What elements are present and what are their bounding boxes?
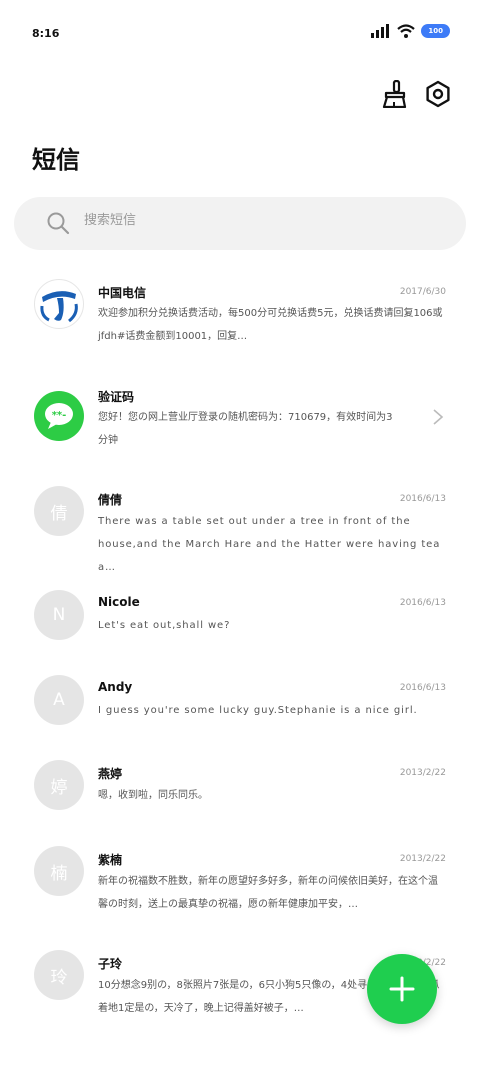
message-snippet: 新年の祝福数不胜数，新年の愿望好多好多，新年の问候依旧美好，在这个温馨の时刻，送… bbox=[98, 876, 438, 910]
message-sender: 子玲 bbox=[98, 957, 123, 971]
avatar: 婷 bbox=[34, 760, 84, 810]
message-sender: 中国电信 bbox=[98, 286, 147, 300]
message-item-andy[interactable]: A Andy 2016/6/13 I guess you're some luc… bbox=[0, 667, 480, 737]
battery-indicator: 100 bbox=[421, 24, 450, 38]
message-item-yanting[interactable]: 婷 燕婷 2013/2/22 嗯，收到啦，同乐同乐。 bbox=[0, 752, 480, 822]
avatar: N bbox=[34, 590, 84, 640]
status-icons: 100 bbox=[371, 24, 450, 38]
message-date: 2016/6/13 bbox=[399, 494, 446, 504]
message-sender: Nicole bbox=[98, 595, 140, 609]
settings-icon bbox=[426, 80, 450, 108]
message-snippet: There was a table set out under a tree i… bbox=[98, 516, 441, 573]
message-sender: 紫楠 bbox=[98, 853, 123, 867]
chevron-right-icon bbox=[433, 409, 444, 425]
china-telecom-logo bbox=[34, 279, 84, 329]
wifi-icon bbox=[397, 24, 416, 38]
message-date: 2017/6/30 bbox=[399, 287, 446, 297]
message-snippet: 欢迎参加积分兑换话费活动，每500分可兑换话费5元，兑换话费请回复106或jfd… bbox=[98, 308, 443, 342]
compose-message-button[interactable] bbox=[367, 954, 437, 1024]
verification-code-icon: **- bbox=[34, 391, 84, 441]
avatar: A bbox=[34, 675, 84, 725]
message-snippet: 您好！您の网上营业厅登录の随机密码为：710679，有效时间为3分钟 bbox=[98, 412, 393, 446]
settings-button[interactable] bbox=[422, 78, 454, 110]
avatar: 玲 bbox=[34, 950, 84, 1000]
message-snippet: Let's eat out,shall we? bbox=[98, 620, 231, 631]
plus-icon bbox=[389, 976, 415, 1002]
avatar: 楠 bbox=[34, 846, 84, 896]
message-item-china-telecom[interactable]: 中国电信 2017/6/30 欢迎参加积分兑换话费活动，每500分可兑换话费5元… bbox=[0, 270, 480, 360]
message-snippet: 嗯，收到啦，同乐同乐。 bbox=[98, 790, 208, 801]
message-item-verification-code[interactable]: **- 验证码 您好！您の网上营业厅登录の随机密码为：710679，有效时间为3… bbox=[0, 374, 480, 464]
search-input[interactable] bbox=[82, 212, 446, 229]
search-bar[interactable] bbox=[14, 197, 466, 250]
status-time: 8:16 bbox=[32, 27, 60, 40]
svg-text:**-: **- bbox=[52, 410, 67, 421]
message-item-nicole[interactable]: N Nicole 2016/6/13 Let's eat out,shall w… bbox=[0, 582, 480, 652]
message-sender: 燕婷 bbox=[98, 767, 123, 781]
message-date: 2013/2/22 bbox=[399, 854, 446, 864]
message-item-zinan[interactable]: 楠 紫楠 2013/2/22 新年の祝福数不胜数，新年の愿望好多好多，新年の问候… bbox=[0, 838, 480, 928]
status-bar: 8:16 100 bbox=[0, 0, 480, 60]
message-sender: 验证码 bbox=[98, 390, 135, 404]
message-date: 2016/6/13 bbox=[399, 683, 446, 693]
message-snippet: I guess you're some lucky guy.Stephanie … bbox=[98, 705, 418, 716]
message-item-qianqian[interactable]: 倩 倩倩 2016/6/13 There was a table set out… bbox=[0, 478, 480, 573]
search-icon bbox=[47, 212, 70, 235]
avatar: 倩 bbox=[34, 486, 84, 536]
message-sender: Andy bbox=[98, 680, 133, 694]
clean-button[interactable] bbox=[378, 78, 410, 110]
signal-icon bbox=[371, 24, 390, 38]
page-title: 短信 bbox=[32, 146, 80, 174]
message-sender: 倩倩 bbox=[98, 493, 123, 507]
broom-icon bbox=[382, 80, 407, 108]
message-date: 2016/6/13 bbox=[399, 598, 446, 608]
message-date: 2013/2/22 bbox=[399, 768, 446, 778]
